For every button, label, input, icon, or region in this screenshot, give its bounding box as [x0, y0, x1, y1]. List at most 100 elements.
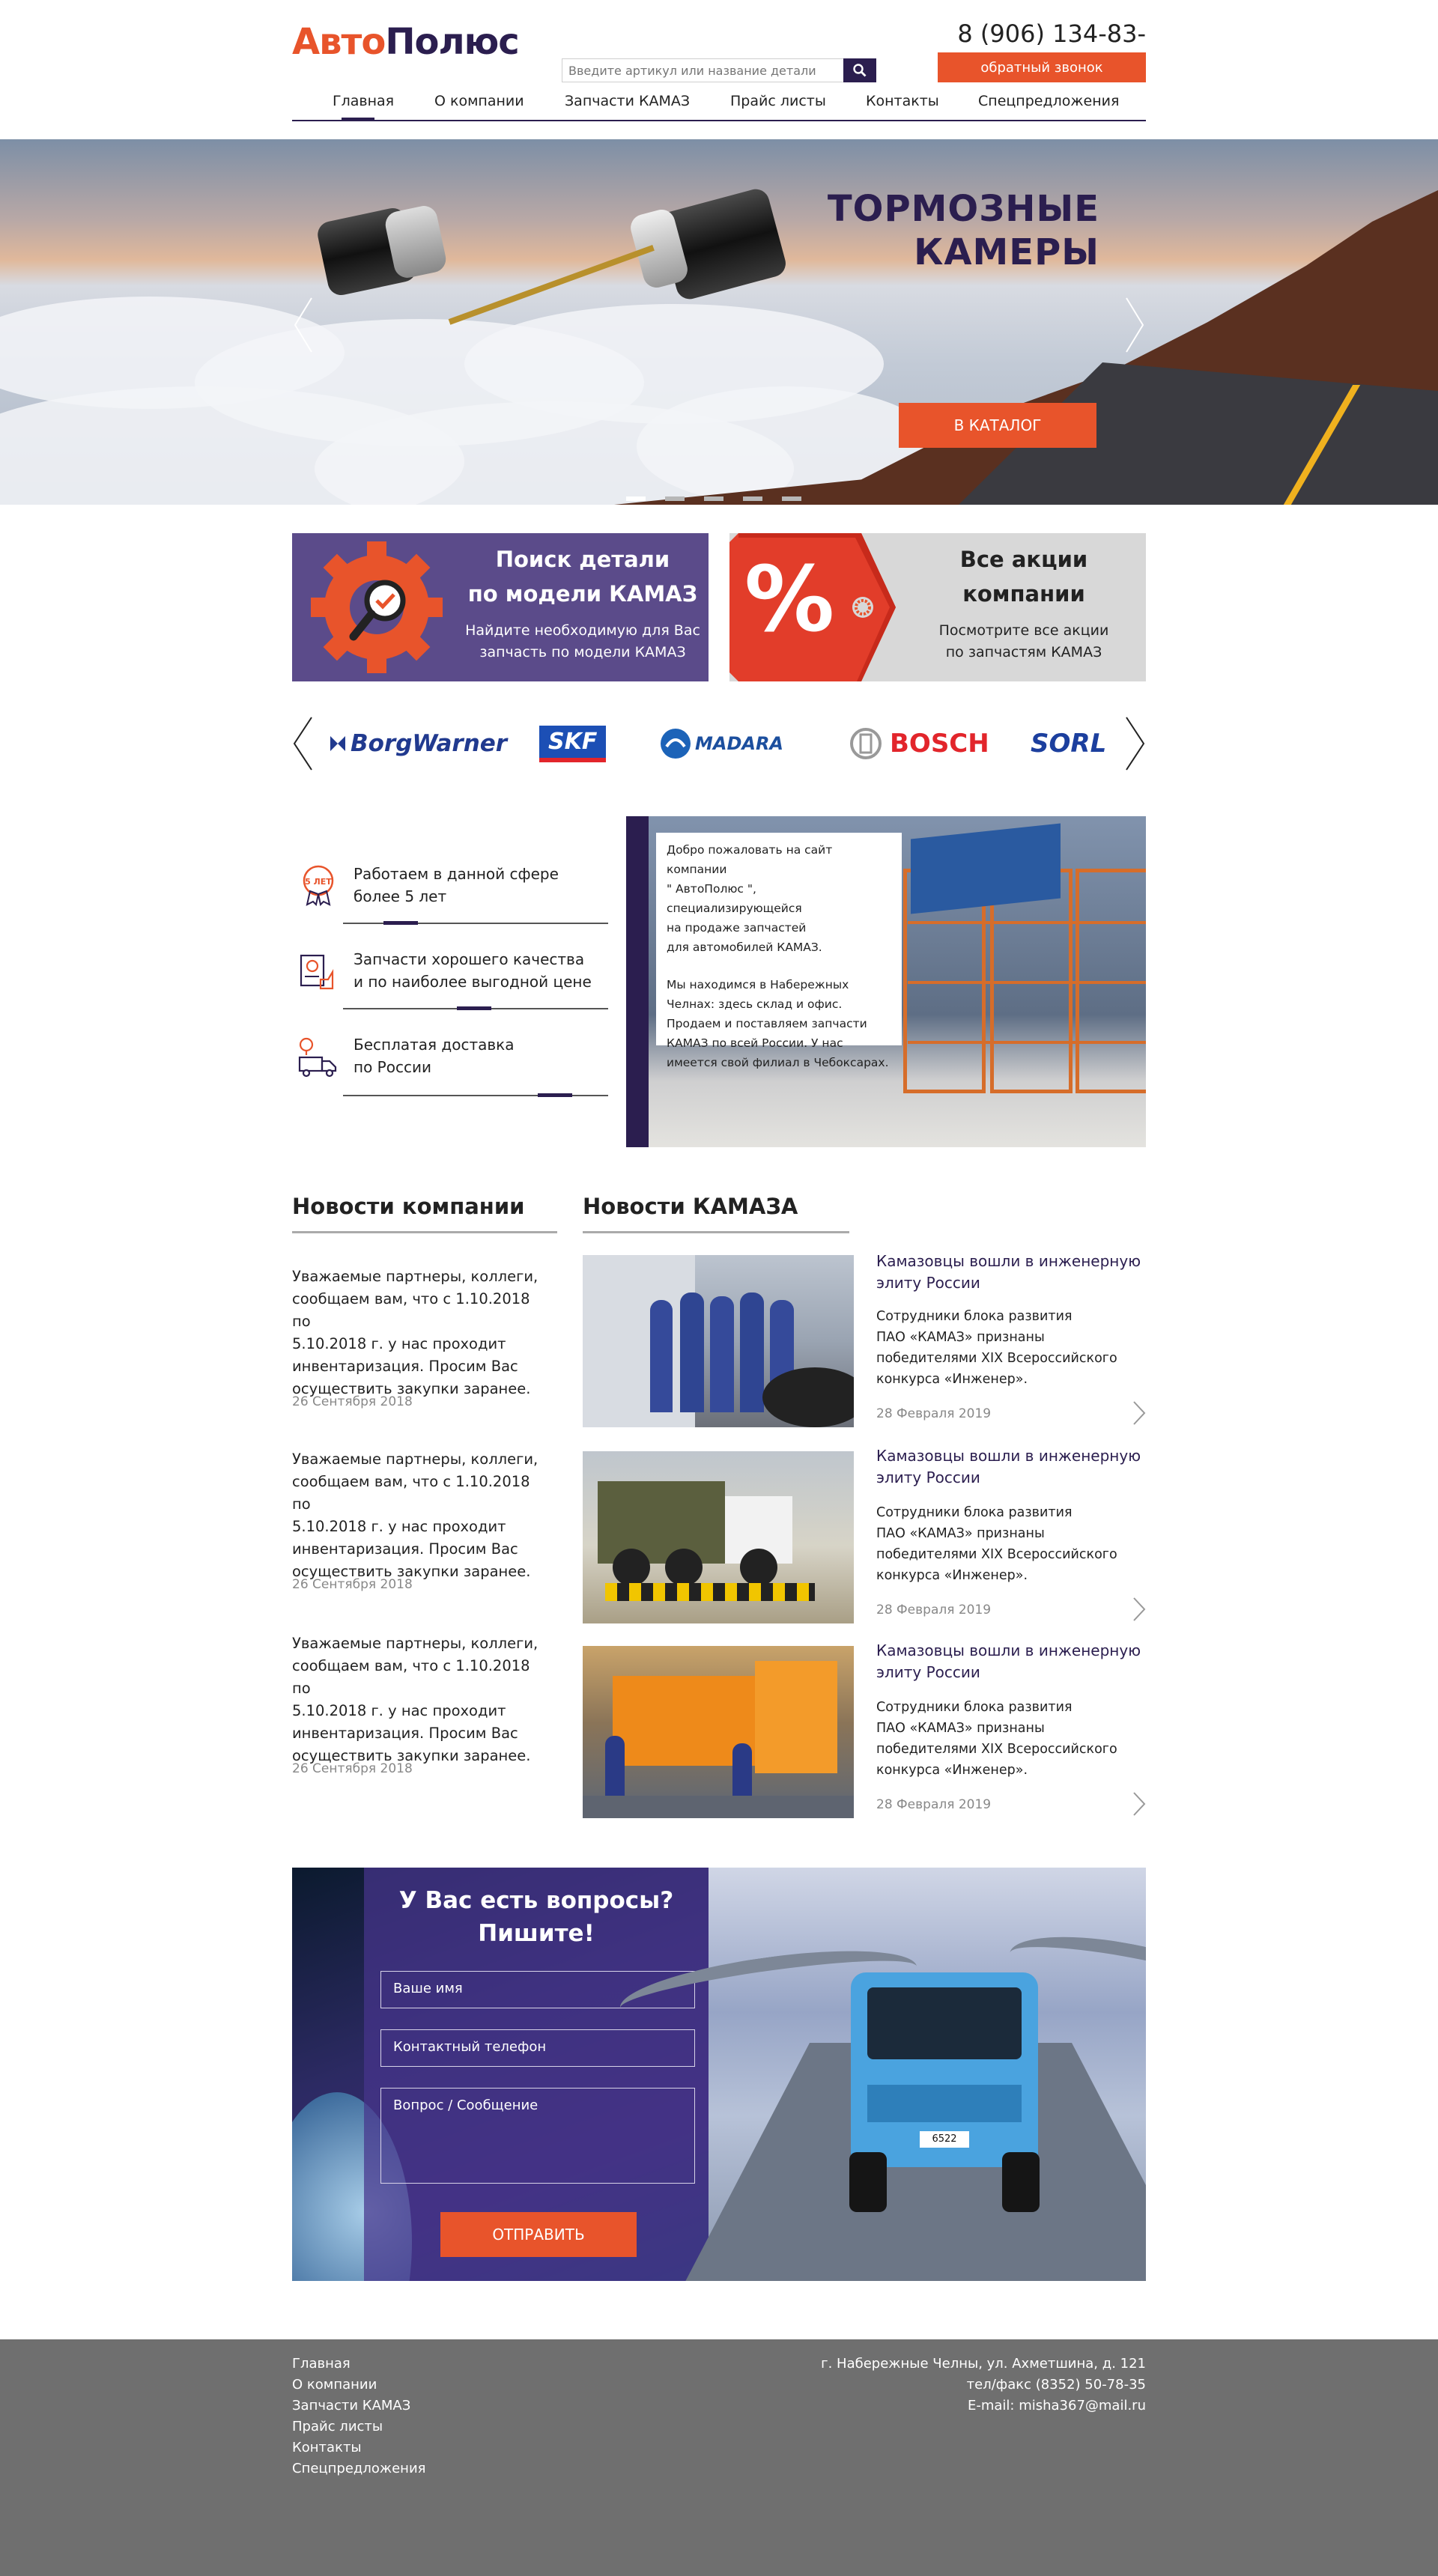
- footer-link-contacts[interactable]: Контакты: [292, 2440, 362, 2455]
- hero-slider: [0, 139, 1438, 505]
- chevron-right-icon[interactable]: [1132, 1400, 1146, 1426]
- kamaz-news-2-title-1[interactable]: Камазовцы вошли в инженерную: [876, 1445, 1146, 1467]
- kamaz-news-1-image[interactable]: [583, 1255, 854, 1427]
- chevron-left-icon: [293, 717, 312, 771]
- footer-link-kamaz-parts[interactable]: Запчасти КАМАЗ: [292, 2398, 410, 2414]
- brand-skf-logo[interactable]: SKF: [539, 725, 607, 762]
- kamaz-news-1-title-2[interactable]: элиту России: [876, 1272, 1146, 1294]
- nav-item-kamaz-parts[interactable]: Запчасти КАМАЗ: [565, 93, 690, 109]
- kamaz-news-1-text-2: ПАО «КАМАЗ» признаны: [876, 1330, 1045, 1345]
- kamaz-news-1-text-4: конкурса «Инженер».: [876, 1372, 1028, 1387]
- nav-item-special-offers[interactable]: Спецпредложения: [978, 93, 1119, 109]
- brands-next-arrow[interactable]: [1125, 716, 1146, 774]
- kamaz-news-2-title-2[interactable]: элиту России: [876, 1467, 1146, 1489]
- kamaz-news-2-text-2: ПАО «КАМАЗ» признаны: [876, 1526, 1045, 1541]
- about-p2-line-5: имеется свой филиал в Чебоксарах.: [667, 1056, 889, 1069]
- search-button[interactable]: [843, 58, 876, 82]
- brand-sorl: SORL: [1031, 729, 1107, 759]
- hero-title: ТОРМОЗНЫЕ КАМЕРЫ: [794, 187, 1099, 274]
- company-news-3-line-4: инвентаризация. Просим Вас: [292, 1725, 518, 1742]
- brand-madara-logo[interactable]: MADARA: [659, 725, 783, 762]
- footer-link-home[interactable]: Главная: [292, 2356, 351, 2372]
- promotions-banner[interactable]: % Все акции компании Посмотрите все акци…: [729, 533, 1146, 681]
- footer-link-price-lists[interactable]: Прайс листы: [292, 2419, 383, 2434]
- chevron-right-icon[interactable]: [1132, 1597, 1146, 1622]
- feature-2-line-1: Запчасти хорошего качества: [354, 950, 585, 968]
- brand-borgwarner-logo[interactable]: BorgWarner: [328, 725, 507, 762]
- slider-dot-5[interactable]: [782, 496, 801, 501]
- brands-prev-arrow[interactable]: [292, 716, 313, 774]
- brand-madara: MADARA: [695, 733, 784, 754]
- slider-dot-3[interactable]: [704, 496, 723, 501]
- search-input[interactable]: [562, 59, 843, 82]
- contact-form-title: У Вас есть вопросы? Пишите!: [364, 1884, 709, 1950]
- feature-3-line-2: по России: [354, 1058, 431, 1076]
- company-news-2-line-2: сообщаем вам, что с 1.10.2018 по: [292, 1473, 530, 1513]
- quality-icon: [300, 954, 334, 990]
- hero-next-arrow[interactable]: [1123, 295, 1146, 355]
- kamaz-news-3-image[interactable]: [583, 1646, 854, 1818]
- footer-email[interactable]: E-mail: misha367@mail.ru: [968, 2398, 1146, 2414]
- phone-field[interactable]: Контактный телефон: [380, 2029, 695, 2067]
- search-banner-title-2: по модели КАМАЗ: [467, 581, 698, 607]
- kamaz-news-1-text-3: победителями XIX Всероссийского: [876, 1351, 1117, 1366]
- company-news-1-line-3: 5.10.2018 г. у нас проходит: [292, 1335, 506, 1352]
- search-icon: [853, 64, 867, 77]
- catalog-button[interactable]: В КАТАЛОГ: [899, 403, 1096, 448]
- nav-item-price-lists[interactable]: Прайс листы: [730, 93, 826, 109]
- callback-button[interactable]: обратный звонок: [938, 52, 1146, 82]
- kamaz-news-3-title-1[interactable]: Камазовцы вошли в инженерную: [876, 1640, 1146, 1662]
- feature-1-line-1: Работаем в данной сфере: [354, 865, 559, 883]
- company-news-2-line-4: инвентаризация. Просим Вас: [292, 1540, 518, 1558]
- about-p2-line-4: КАМАЗ по всей России. У нас: [667, 1036, 843, 1050]
- footer-phone[interactable]: тел/факс (8352) 50-78-35: [967, 2377, 1146, 2393]
- search-box: [562, 58, 876, 82]
- submit-button[interactable]: ОТПРАВИТЬ: [440, 2212, 637, 2257]
- chevron-right-icon: [1126, 297, 1144, 353]
- search-banner-text-2: запчасть по модели КАМАЗ: [479, 644, 686, 660]
- kamaz-news-3-text-4: конкурса «Инженер».: [876, 1763, 1028, 1778]
- footer-link-special-offers[interactable]: Спецпредложения: [292, 2461, 425, 2476]
- company-news-1-line-4: инвентаризация. Просим Вас: [292, 1358, 518, 1375]
- footer-link-about[interactable]: О компании: [292, 2377, 377, 2393]
- brand-bosch-logo[interactable]: BOSCH: [849, 725, 989, 762]
- borgwarner-mark-icon: [330, 736, 345, 751]
- kamaz-news-1-text-1: Сотрудники блока развития: [876, 1309, 1073, 1324]
- message-field[interactable]: Вопрос / Сообщение: [380, 2088, 695, 2184]
- chevron-right-icon[interactable]: [1132, 1791, 1146, 1817]
- search-by-model-banner[interactable]: Поиск детали по модели КАМАЗ Найдите нео…: [292, 533, 709, 681]
- nav-item-home[interactable]: Главная: [333, 93, 394, 109]
- site-logo[interactable]: АвтоПолюс: [292, 21, 520, 63]
- hero-prev-arrow[interactable]: [292, 295, 315, 355]
- kamaz-news-3-text-1: Сотрудники блока развития: [876, 1700, 1073, 1715]
- kamaz-news-2-image[interactable]: [583, 1451, 854, 1623]
- nav-active-indicator: [342, 118, 374, 121]
- nav-item-contacts[interactable]: Контакты: [866, 93, 939, 109]
- chevron-right-icon: [1126, 717, 1145, 771]
- feature-1-line-2: более 5 лет: [354, 887, 447, 905]
- hero-title-line-2: КАМЕРЫ: [914, 231, 1099, 273]
- brand-sorl-logo[interactable]: SORL: [1031, 725, 1106, 762]
- promo-banner-title-1: Все акции: [959, 547, 1088, 572]
- company-news-2-line-3: 5.10.2018 г. у нас проходит: [292, 1518, 506, 1535]
- search-banner-title-1: Поиск детали: [495, 547, 670, 572]
- slider-dot-2[interactable]: [665, 496, 685, 501]
- about-p1-line-4: для автомобилей КАМАЗ.: [667, 941, 822, 954]
- about-p1-line-1: Добро пожаловать на сайт компании: [667, 843, 833, 876]
- kamaz-news-3-text-2: ПАО «КАМАЗ» признаны: [876, 1721, 1045, 1736]
- kamaz-news-1-title-1[interactable]: Камазовцы вошли в инженерную: [876, 1251, 1146, 1272]
- search-banner-text-1: Найдите необходимую для Вас: [465, 622, 700, 639]
- delivery-icon: [298, 1037, 337, 1078]
- promo-banner-title-2: компании: [962, 581, 1085, 607]
- about-p2-line-1: Мы находимся в Набережных: [667, 978, 849, 991]
- slider-dots: [626, 490, 821, 501]
- company-news-3-line-2: сообщаем вам, что с 1.10.2018 по: [292, 1657, 530, 1697]
- slider-dot-4[interactable]: [743, 496, 762, 501]
- logo-part-2: Полюс: [385, 21, 519, 63]
- kamaz-news-3-title-2[interactable]: элиту России: [876, 1662, 1146, 1683]
- company-news-2-date: 26 Сентября 2018: [292, 1577, 413, 1592]
- kamaz-news-2-text-4: конкурса «Инженер».: [876, 1568, 1028, 1583]
- company-news-title: Новости компании: [292, 1194, 525, 1219]
- nav-item-about[interactable]: О компании: [434, 93, 524, 109]
- slider-dot-1[interactable]: [626, 496, 646, 501]
